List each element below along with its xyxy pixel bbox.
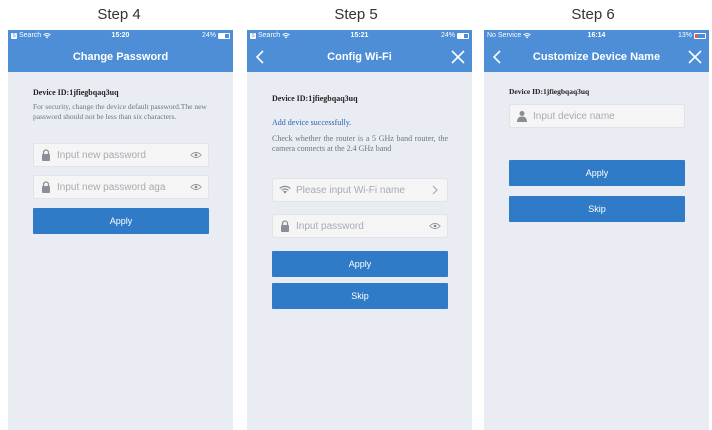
device-id: Device ID:1jfiegbqaq3uq: [33, 88, 119, 97]
wifi-name-field[interactable]: [272, 178, 448, 202]
lock-icon: [42, 149, 50, 161]
eye-icon[interactable]: [190, 182, 202, 192]
confirm-password-field[interactable]: [33, 175, 209, 199]
skip-button[interactable]: Skip: [509, 196, 685, 222]
battery-icon: [694, 32, 706, 39]
close-icon[interactable]: [687, 49, 703, 65]
page-title: Customize Device Name: [532, 51, 661, 63]
status-bar: S Search 15:20 24%: [8, 30, 233, 42]
status-time: 16:14: [587, 32, 606, 39]
wifi-password-field[interactable]: [272, 214, 448, 238]
phone-screen-step-6: No Service 16:14 13% Customize Device Na…: [484, 30, 709, 430]
phone-screen-step-5: S Search 15:21 24% Config Wi-Fi Device I…: [247, 30, 472, 430]
device-id: Device ID:1jfiegbqaq3uq: [272, 94, 358, 103]
new-password-input[interactable]: [57, 149, 187, 161]
lock-icon: [42, 181, 50, 193]
status-time: 15:20: [111, 32, 130, 39]
device-id: Device ID:1jfiegbqaq3uq: [509, 87, 590, 96]
wifi-name-input[interactable]: [296, 184, 426, 196]
apply-button[interactable]: Apply: [272, 251, 448, 277]
step-4-label: Step 4: [97, 6, 141, 23]
status-battery-text: 13%: [677, 32, 692, 39]
lock-icon: [281, 220, 289, 232]
user-icon: [517, 111, 527, 122]
status-battery-text: 24%: [201, 32, 216, 39]
nav-bar: Config Wi-Fi: [247, 42, 472, 72]
page-title: Change Password: [72, 51, 169, 63]
nav-bar: Customize Device Name: [484, 42, 709, 72]
status-bar: S Search 15:21 24%: [247, 30, 472, 42]
status-bar: No Service 16:14 13%: [484, 30, 709, 42]
phone-screen-step-4: S Search 15:20 24% Change Password Devic…: [8, 30, 233, 430]
success-message: Add device successfully.: [272, 118, 352, 127]
nav-bar: Change Password: [8, 42, 233, 72]
step-6-label: Step 6: [571, 6, 615, 23]
chevron-right-icon[interactable]: [429, 185, 441, 195]
eye-icon[interactable]: [190, 150, 202, 160]
security-note: For security, change the device default …: [33, 102, 207, 121]
wifi-password-input[interactable]: [296, 220, 426, 232]
apply-button[interactable]: Apply: [509, 160, 685, 186]
status-battery-text: 24%: [440, 32, 455, 39]
skip-button[interactable]: Skip: [272, 283, 448, 309]
device-name-field[interactable]: [509, 104, 685, 128]
band-note: Check whether the router is a 5 GHz band…: [272, 134, 448, 153]
battery-icon: [457, 32, 469, 39]
status-time: 15:21: [350, 32, 369, 39]
eye-icon[interactable]: [429, 221, 441, 231]
wifi-icon: [279, 185, 291, 194]
apply-button[interactable]: Apply: [33, 208, 209, 234]
battery-icon: [218, 32, 230, 39]
device-name-input[interactable]: [533, 110, 678, 122]
close-icon[interactable]: [450, 49, 466, 65]
new-password-field[interactable]: [33, 143, 209, 167]
page-title: Config Wi-Fi: [327, 51, 392, 63]
confirm-password-input[interactable]: [57, 181, 187, 193]
step-5-label: Step 5: [334, 6, 378, 23]
